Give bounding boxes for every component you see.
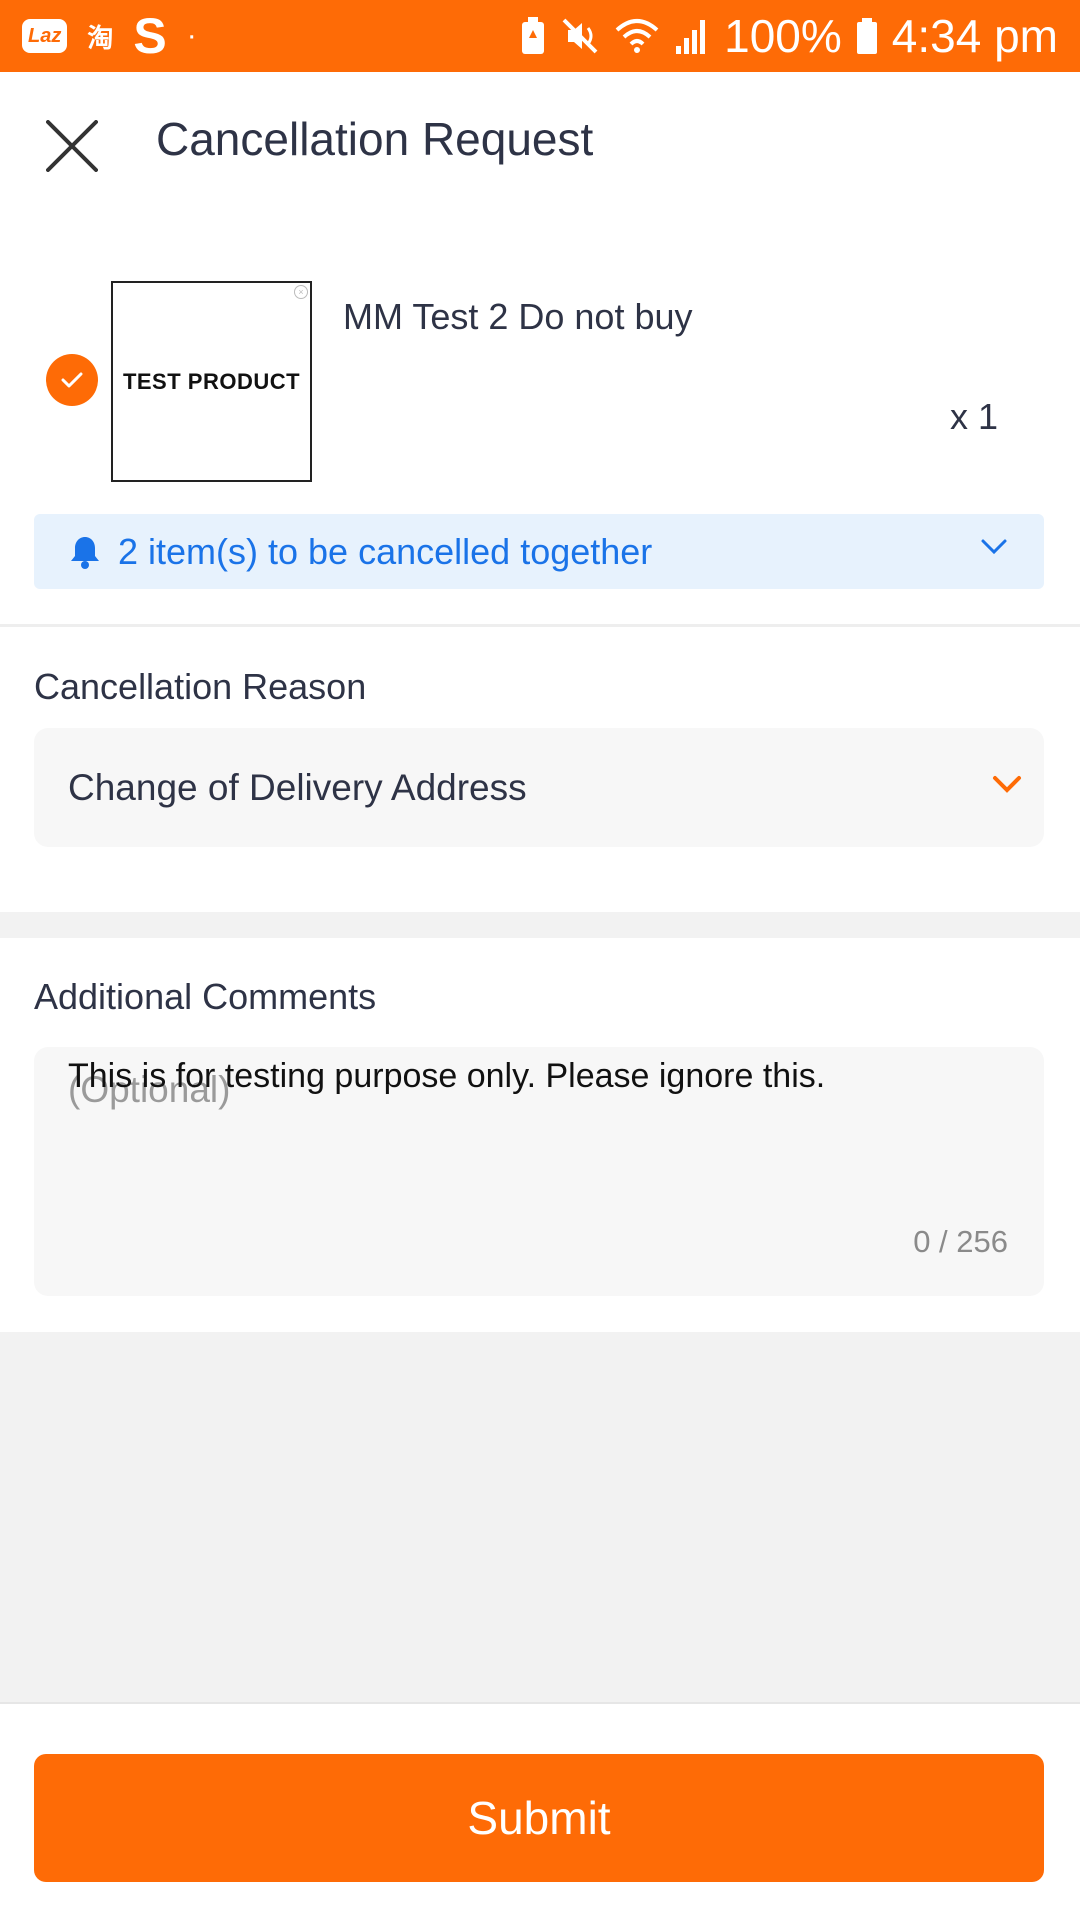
- bell-icon: [71, 536, 99, 569]
- notice-text: 2 item(s) to be cancelled together: [118, 530, 653, 572]
- page-title: Cancellation Request: [156, 113, 594, 165]
- empty-area: [0, 1332, 1080, 1702]
- checkmark-icon: [61, 372, 83, 388]
- chevron-down-icon: [981, 539, 1007, 555]
- system-icons: 100% 4:34 pm: [520, 9, 1058, 63]
- shopee-icon: S: [133, 8, 167, 64]
- signal-icon: [674, 16, 710, 56]
- reason-dropdown[interactable]: Change of Delivery Address: [34, 728, 1044, 847]
- lazada-icon: Laz: [22, 19, 68, 53]
- battery-icon: [856, 16, 878, 56]
- char-counter: 0 / 256: [913, 1224, 1008, 1259]
- notification-icons: Laz 淘 S ·: [22, 11, 197, 61]
- battery-saver-icon: [520, 16, 546, 56]
- footer-divider: [0, 1702, 1080, 1704]
- submit-button[interactable]: Submit: [34, 1754, 1044, 1882]
- clock: 4:34 pm: [891, 10, 1058, 62]
- product-quantity: x 1: [949, 396, 998, 437]
- battery-percent: 100%: [724, 10, 842, 62]
- header: Cancellation Request: [0, 72, 1080, 210]
- comments-label: Additional Comments: [34, 976, 377, 1017]
- product-image-label: TEST PRODUCT: [122, 368, 301, 394]
- comments-textarea[interactable]: (Optional) This is for testing purpose o…: [34, 1047, 1044, 1296]
- product-image: × TEST PRODUCT: [111, 281, 312, 482]
- reason-label: Cancellation Reason: [34, 666, 367, 707]
- divider: [0, 624, 1080, 627]
- close-button[interactable]: [40, 114, 104, 178]
- reason-value: Change of Delivery Address: [68, 766, 527, 808]
- product-name: MM Test 2 Do not buy: [343, 296, 693, 337]
- comments-value: This is for testing purpose only. Please…: [68, 1057, 826, 1095]
- chevron-down-icon: [993, 776, 1021, 793]
- taobao-icon: 淘: [87, 22, 114, 53]
- close-icon: [46, 120, 98, 172]
- product-checkbox[interactable]: [46, 354, 98, 406]
- cancel-together-notice[interactable]: 2 item(s) to be cancelled together: [34, 514, 1044, 589]
- wifi-icon: [614, 16, 660, 56]
- status-bar: Laz 淘 S · 100% 4:34 pm: [0, 0, 1080, 72]
- mute-icon: [560, 16, 600, 56]
- dot-icon: ·: [186, 19, 197, 52]
- ad-close-icon: ×: [294, 285, 308, 299]
- section-separator: [0, 912, 1080, 938]
